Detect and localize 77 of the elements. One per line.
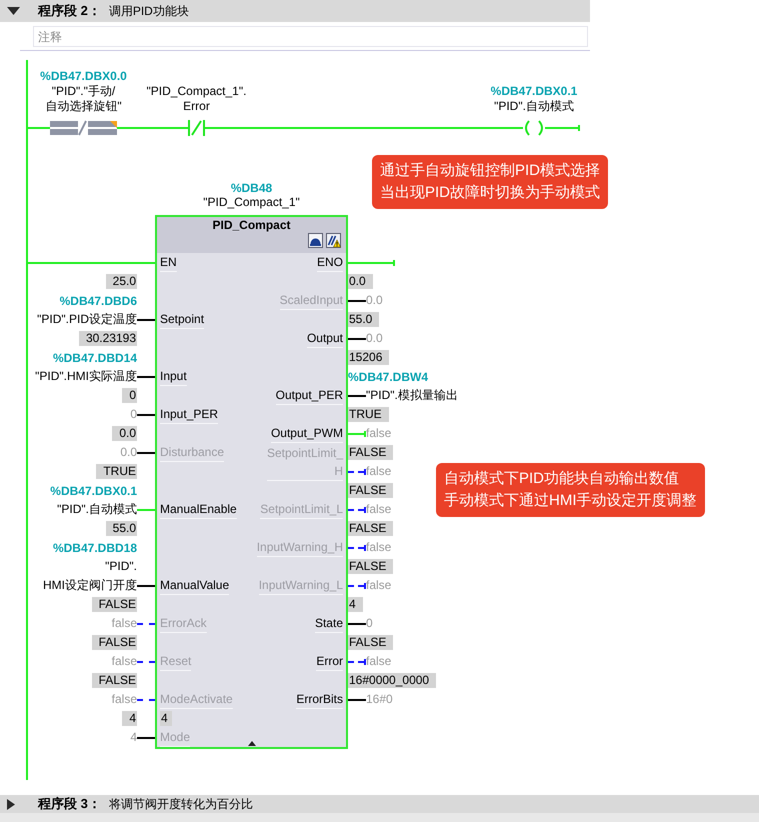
operand-address: %DB47.DBX0.1: [490, 84, 578, 99]
wire: [348, 622, 366, 624]
monitor-value: FALSE: [348, 559, 394, 574]
monitor-value: 16#0000_0000: [348, 673, 436, 688]
wire: [348, 338, 366, 340]
monitor-value: 4: [122, 711, 137, 726]
coil-icon: [523, 120, 545, 136]
monitor-value: FALSE: [348, 635, 394, 650]
default-value: 0: [130, 406, 137, 423]
note-text: 当出现PID故障时切换为手动模式: [380, 183, 600, 203]
note-text: 通过手自动旋钮控制PID模式选择: [380, 161, 600, 181]
monitor-value: FALSE: [92, 597, 137, 612]
monitor-value: 55.0: [348, 312, 380, 327]
monitor-value: 30.23193: [78, 331, 137, 346]
monitor-value: TRUE: [96, 464, 137, 479]
network-caption: 将调节阀开度转化为百分比: [108, 796, 253, 812]
operand-name: "PID".自动模式: [57, 501, 137, 518]
normally-closed-contact-icon: [188, 120, 205, 136]
caret-down-icon[interactable]: [7, 7, 20, 15]
operand-address: %DB47.DBD14: [52, 350, 137, 364]
default-value: false: [112, 691, 137, 708]
caret-up-icon[interactable]: [248, 741, 256, 746]
operand-name: "PID_Compact_1". Error: [146, 84, 246, 114]
monitor-value: 4: [348, 597, 363, 612]
block-address: %DB48: [230, 181, 272, 195]
default-value: false: [366, 501, 392, 518]
default-value: 0.0: [366, 330, 383, 347]
default-value: false: [366, 653, 392, 670]
monitor-value: FALSE: [92, 673, 137, 688]
operand-address: %DB47.DBW4: [348, 370, 428, 384]
operand-name: "PID".模拟量输出: [366, 387, 458, 404]
wire: [348, 300, 366, 302]
default-value: 4: [130, 729, 137, 746]
operand-name: "PID". HMI设定阀门开度: [43, 558, 137, 594]
default-value: false: [366, 425, 392, 442]
monitor-value: 4: [160, 711, 172, 726]
network-title: 程序段 2：: [38, 2, 101, 20]
wire: [348, 394, 366, 396]
monitor-value: FALSE: [348, 445, 394, 460]
operand-address: %DB47.DBD6: [60, 294, 137, 308]
monitor-value: 0.0: [348, 274, 373, 289]
network-title: 程序段 3：: [38, 795, 101, 813]
default-value: false: [366, 539, 392, 556]
operand-address: %DB47.DBX0.1: [50, 484, 137, 498]
note-text: 手动模式下通过HMI手动设定开度调整: [444, 491, 696, 511]
default-value: 0.0: [366, 292, 383, 309]
operand-address: %DB47.DBX0.0: [40, 69, 127, 84]
block-type-title: PID_Compact: [212, 217, 291, 232]
default-value: false: [112, 615, 137, 632]
monitor-value: TRUE: [348, 407, 389, 422]
operand-name: "PID".PID设定温度: [37, 311, 137, 328]
selector-switch-icon: [50, 120, 117, 136]
monitor-value: FALSE: [348, 521, 394, 536]
caret-right-icon[interactable]: [7, 798, 15, 810]
operand-name: "PID"."手动/ 自动选择旋钮": [45, 84, 122, 114]
monitor-value: 0.0: [112, 426, 137, 441]
operand-address: %DB47.DBD18: [52, 540, 137, 554]
operand-name: "PID".HMI实际温度: [35, 368, 137, 385]
default-value: 0: [366, 615, 373, 632]
default-value: false: [366, 577, 392, 594]
default-value: false: [366, 463, 392, 480]
wire: [348, 698, 366, 700]
note-text: 自动模式下PID功能块自动输出数值: [444, 469, 680, 489]
default-value: 16#0: [366, 691, 393, 708]
semicircle-icon[interactable]: [308, 233, 323, 248]
comment-field[interactable]: 注释: [33, 26, 588, 47]
block-instance-name: "PID_Compact_1": [203, 195, 300, 209]
monitor-value: FALSE: [92, 635, 137, 650]
default-value: false: [112, 653, 137, 670]
monitor-value: 15206: [348, 350, 390, 365]
default-value: 0.0: [120, 444, 137, 461]
network-caption: 调用PID功能块: [108, 2, 189, 20]
monitor-value: FALSE: [348, 483, 394, 498]
monitor-value: 25.0: [106, 274, 137, 289]
monitor-value: 0: [122, 388, 137, 403]
monitor-value: 55.0: [106, 521, 137, 536]
operand-name: "PID".自动模式: [494, 99, 574, 114]
